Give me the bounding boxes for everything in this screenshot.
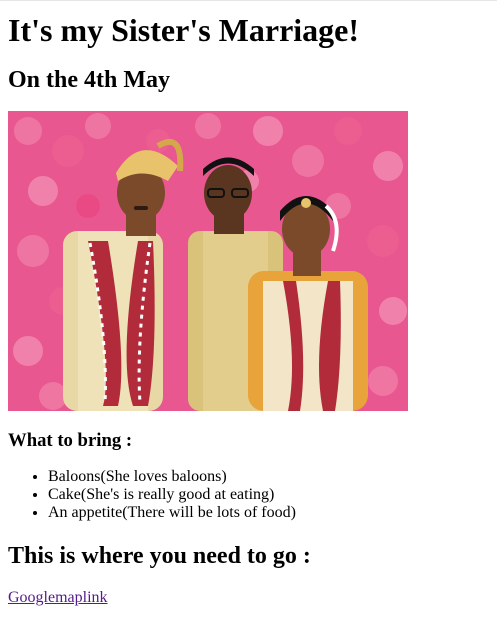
location-heading: This is where you need to go : [8,543,311,569]
bring-item-appetite: An appetite(There will be lots of food) [48,504,489,522]
what-to-bring-heading: What to bring : [8,430,133,451]
wedding-photo [8,111,408,411]
bring-item-baloons: Baloons(She loves baloons) [48,468,489,486]
google-map-link[interactable]: Googlemaplink [8,589,108,607]
bring-item-cake: Cake(She's is really good at eating) [48,486,489,504]
date-heading: On the 4th May [8,67,170,93]
page-title: It's my Sister's Marriage! [8,12,360,48]
page-content: It's my Sister's Marriage! On the 4th Ma… [0,12,497,607]
bring-list: Baloons(She loves baloons) Cake(She's is… [8,468,489,522]
